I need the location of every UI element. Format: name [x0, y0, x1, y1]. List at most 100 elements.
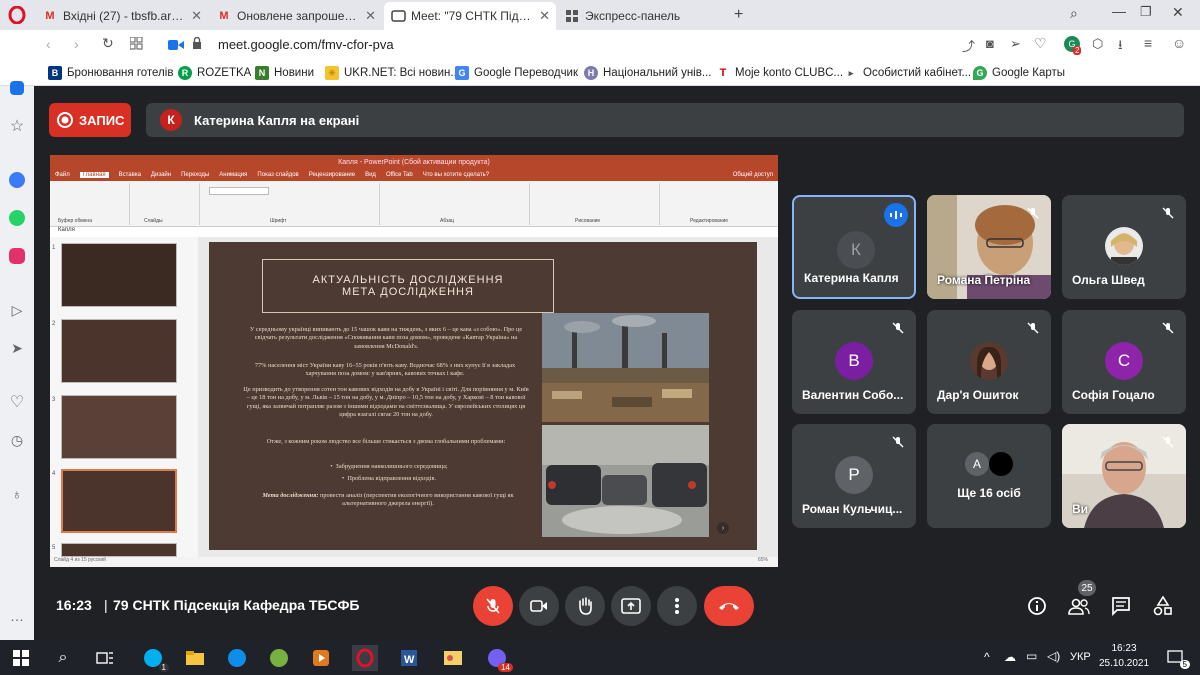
shared-screen[interactable]: Капля - PowerPoint (Сбой активации проду… — [50, 155, 778, 567]
search-tabs-icon[interactable]: ⌕ — [1070, 5, 1078, 22]
slide-thumbnail[interactable] — [61, 543, 177, 557]
new-tab-button[interactable]: + — [734, 6, 743, 24]
participants-button[interactable] — [1065, 592, 1093, 620]
heart-icon[interactable]: ♡ — [1034, 35, 1047, 52]
torrent-icon[interactable] — [266, 645, 292, 671]
maximize-button[interactable]: ❐ — [1140, 4, 1152, 20]
whatsapp-icon[interactable] — [7, 208, 27, 228]
close-window-button[interactable]: ✕ — [1172, 4, 1184, 21]
forward-button[interactable]: › — [74, 36, 79, 52]
instagram-icon[interactable] — [7, 246, 27, 266]
clock-time[interactable]: 16:23 — [1100, 643, 1148, 654]
slide-thumbnail-active[interactable] — [61, 469, 177, 533]
more-options-button[interactable] — [657, 586, 697, 626]
close-tab-icon[interactable]: ✕ — [539, 8, 550, 24]
ribbon-tab[interactable]: Анимация — [219, 172, 247, 178]
bookmark-item[interactable]: T Moje konto CLUBC... — [716, 64, 843, 82]
participant-tile[interactable]: С Софія Гоцало — [1062, 310, 1186, 414]
back-button[interactable]: ‹ — [46, 36, 51, 52]
star-icon[interactable]: ☆ — [7, 116, 27, 136]
messenger-icon[interactable] — [7, 170, 27, 190]
task-view-icon[interactable] — [92, 645, 118, 671]
close-tab-icon[interactable]: ✕ — [365, 8, 376, 24]
share-page-icon[interactable]: ⤴ — [962, 36, 975, 55]
minimize-button[interactable]: — — [1112, 3, 1126, 19]
lock-icon[interactable] — [192, 36, 202, 55]
send-arrow-icon[interactable]: ➤ — [7, 338, 27, 358]
bookmark-item[interactable]: B Бронювання готелів — [48, 64, 173, 82]
tab-meet[interactable]: Meet: "79 СНТК Підсекція ✕ — [384, 2, 556, 30]
more-icon[interactable]: … — [7, 606, 27, 626]
bookmark-item[interactable]: R ROZETKA — [178, 64, 251, 82]
opera-menu-icon[interactable] — [0, 0, 34, 30]
activities-button[interactable] — [1149, 592, 1177, 620]
player-icon[interactable]: ▷ — [7, 300, 27, 320]
ribbon-tab[interactable]: Office Tab — [386, 172, 413, 178]
clock-date[interactable]: 25.10.2021 — [1097, 658, 1151, 669]
ribbon-tab[interactable]: Главная — [79, 172, 109, 178]
notifications-icon[interactable]: 5 — [1166, 648, 1190, 669]
participant-tile[interactable]: В Валентин Собо... — [792, 310, 916, 414]
leave-call-button[interactable] — [704, 586, 754, 626]
participant-tile[interactable]: Ольга Швед — [1062, 195, 1186, 299]
media-player-icon[interactable] — [308, 645, 334, 671]
opera-taskbar-icon[interactable] — [352, 645, 378, 671]
ribbon-tab[interactable]: Показ слайдов — [257, 172, 298, 178]
paint-icon[interactable] — [440, 645, 466, 671]
bookmark-item[interactable]: G Google Переводчик — [455, 64, 578, 82]
word-icon[interactable]: W — [396, 645, 422, 671]
slide-thumbnail[interactable] — [61, 395, 177, 459]
ribbon-tab[interactable]: Вставка — [119, 172, 141, 178]
bookmark-item[interactable]: ▸ Особистий кабінет... — [844, 64, 971, 82]
teamviewer-icon[interactable] — [224, 645, 250, 671]
camera-in-use-icon[interactable] — [168, 38, 184, 56]
skype-icon[interactable]: 1 — [140, 645, 169, 672]
url-field[interactable]: meet.google.com/fmv-cfor-pva — [218, 37, 394, 52]
self-tile[interactable]: Ви — [1062, 424, 1186, 528]
home-icon[interactable] — [7, 78, 27, 98]
volume-icon[interactable]: ◁) — [1047, 649, 1060, 663]
tab-speed-dial[interactable]: Экспресс-панель — [558, 2, 730, 30]
chat-button[interactable] — [1107, 592, 1135, 620]
tray-chevron-icon[interactable]: ^ — [984, 650, 990, 664]
easy-setup-icon[interactable]: ≡ — [1144, 35, 1152, 51]
mic-toggle-button[interactable] — [473, 586, 513, 626]
slide-thumbnail[interactable] — [61, 243, 177, 307]
download-icon[interactable]: ⭳ — [1118, 36, 1123, 58]
reload-button[interactable]: ↻ — [102, 35, 114, 52]
ribbon-tab[interactable]: Рецензирование — [309, 172, 355, 178]
ribbon-tab[interactable]: Что вы хотите сделать? — [423, 172, 489, 178]
snapshot-icon[interactable]: ◙ — [986, 36, 994, 51]
file-explorer-icon[interactable] — [182, 645, 208, 671]
tabs-overview-icon[interactable] — [129, 36, 143, 55]
cloud-icon[interactable]: ☁ — [1004, 650, 1016, 664]
lightbulb-icon[interactable]: ♁ — [7, 484, 27, 504]
bookmark-item[interactable]: G Google Карты — [973, 64, 1065, 82]
heart-icon[interactable]: ♡ — [7, 392, 27, 412]
start-button[interactable] — [8, 645, 34, 671]
network-icon[interactable]: ▭ — [1026, 649, 1037, 663]
history-icon[interactable]: ◷ — [7, 430, 27, 450]
ribbon-tab[interactable]: Общий доступ — [733, 172, 773, 178]
participant-tile[interactable]: К Катерина Капля — [792, 195, 916, 299]
participant-tile[interactable]: Романа Петріна — [927, 195, 1051, 299]
viber-icon[interactable]: 14 — [484, 645, 513, 672]
language-indicator[interactable]: УКР — [1070, 651, 1091, 663]
present-screen-button[interactable] — [611, 586, 651, 626]
bookmark-item[interactable]: Н Національний унів... — [584, 64, 711, 82]
bookmark-item[interactable]: ☀ UKR.NET: Всі новин... — [325, 64, 460, 82]
close-tab-icon[interactable]: ✕ — [191, 8, 202, 24]
ribbon-tab[interactable]: Файл — [55, 172, 70, 178]
camera-toggle-button[interactable] — [519, 586, 559, 626]
cube-icon[interactable]: ⬡ — [1092, 36, 1103, 52]
more-participants-tile[interactable]: А Ще 16 осіб — [927, 424, 1051, 528]
slide-nav-icon[interactable]: › — [717, 522, 729, 534]
tab-gmail-inbox[interactable]: M Вхідні (27) - tbsfb.archive@ ✕ — [36, 2, 208, 30]
meeting-details-button[interactable] — [1023, 592, 1051, 620]
ribbon-tab[interactable]: Дизайн — [151, 172, 171, 178]
ribbon-tab[interactable]: Вид — [365, 172, 376, 178]
participant-tile[interactable]: Р Роман Кульчиц... — [792, 424, 916, 528]
slide-thumbnail[interactable] — [61, 319, 177, 383]
ribbon-tab[interactable]: Переходы — [181, 172, 209, 178]
record-button[interactable]: ЗАПИС — [49, 103, 131, 137]
